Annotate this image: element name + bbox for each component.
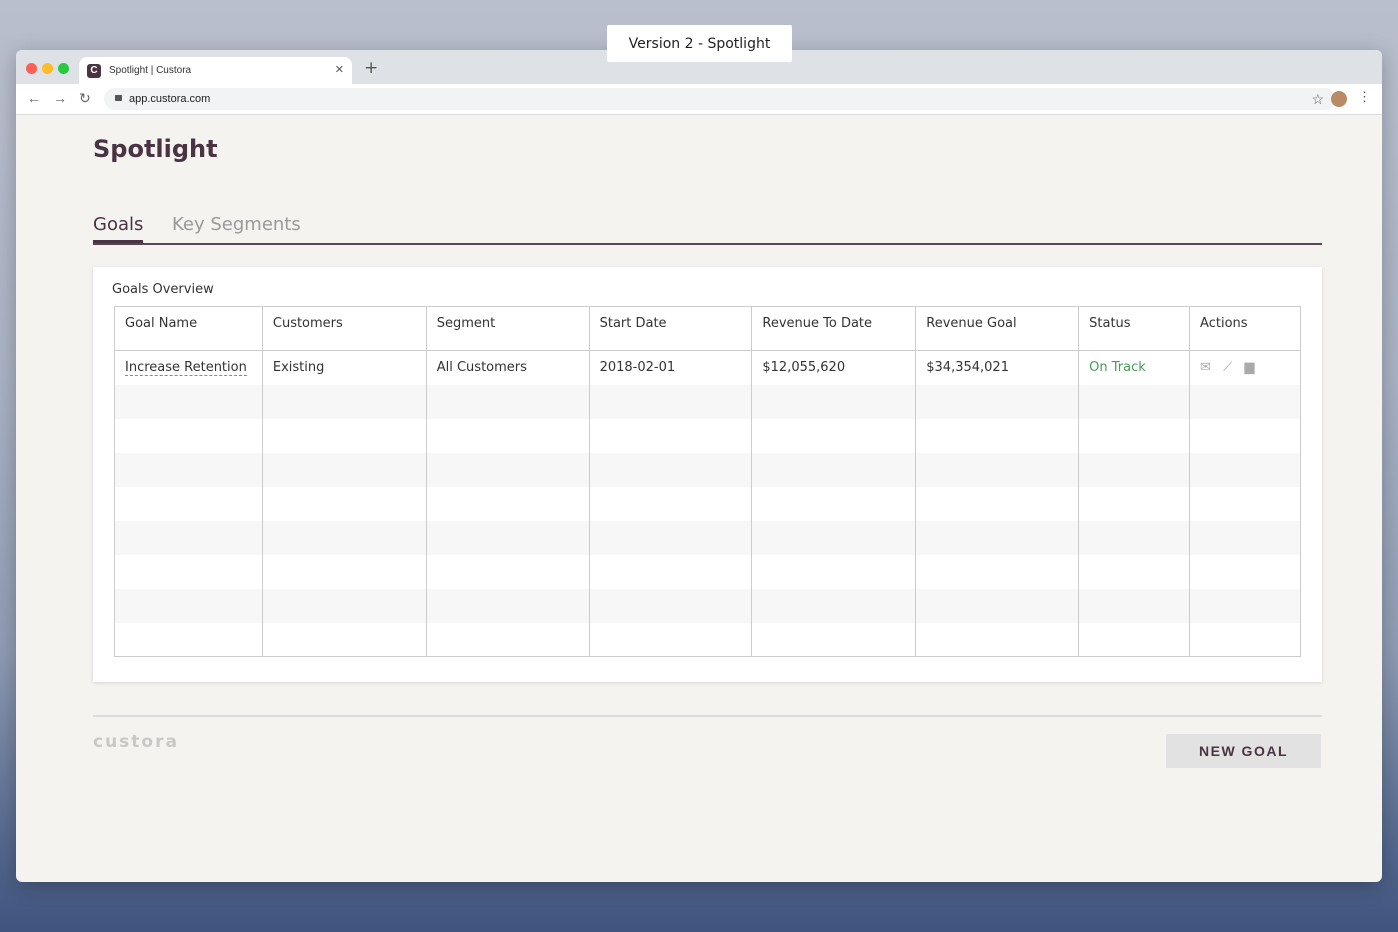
segment-cell: All Customers xyxy=(425,350,590,385)
empty-row xyxy=(114,588,1301,623)
status-badge: On Track xyxy=(1078,350,1191,385)
reload-icon[interactable]: ↻ xyxy=(79,90,91,107)
col-status[interactable]: Status xyxy=(1078,306,1191,351)
empty-row xyxy=(114,554,1301,589)
empty-row xyxy=(114,520,1301,555)
new-tab-icon[interactable]: + xyxy=(364,58,378,78)
profile-avatar[interactable] xyxy=(1331,91,1347,107)
forward-icon[interactable]: → xyxy=(53,90,67,106)
empty-row xyxy=(114,486,1301,521)
col-revenue-to-date[interactable]: Revenue To Date xyxy=(751,306,917,351)
browser-window: C Spotlight | Custora ✕ + ← → ↻ app.cust… xyxy=(16,50,1382,882)
col-actions: Actions xyxy=(1189,306,1301,351)
url-text: app.custora.com xyxy=(129,93,211,105)
custora-favicon-icon: C xyxy=(87,63,101,78)
col-start-date[interactable]: Start Date xyxy=(588,306,753,351)
start-date-cell: 2018-02-01 xyxy=(588,350,753,385)
new-goal-button[interactable]: NEW GOAL xyxy=(1166,734,1321,768)
address-bar: ← → ↻ app.custora.com ☆ ⋮ xyxy=(16,84,1382,115)
minimize-window-button[interactable] xyxy=(42,63,53,74)
browser-menu-icon[interactable]: ⋮ xyxy=(1358,89,1371,105)
card-title: Goals Overview xyxy=(112,282,214,297)
col-customers[interactable]: Customers xyxy=(261,306,427,351)
tab-goals[interactable]: Goals xyxy=(93,214,144,243)
page-tabs: Goals Key Segments xyxy=(93,214,1322,245)
lock-icon xyxy=(115,95,122,101)
chart-icon[interactable]: ⟋ xyxy=(1223,360,1232,375)
goals-table: Goal Name Customers Segment Start Date R… xyxy=(114,306,1301,657)
empty-row xyxy=(114,622,1301,657)
revenue-goal-cell: $34,354,021 xyxy=(915,350,1080,385)
col-revenue-goal[interactable]: Revenue Goal xyxy=(915,306,1080,351)
col-goal-name[interactable]: Goal Name xyxy=(114,306,263,351)
browser-tab[interactable]: C Spotlight | Custora ✕ xyxy=(79,57,352,84)
close-tab-icon[interactable]: ✕ xyxy=(335,63,344,76)
revenue-to-date-cell: $12,055,620 xyxy=(751,350,917,385)
tab-key-segments[interactable]: Key Segments xyxy=(172,214,301,235)
empty-row xyxy=(114,452,1301,487)
page-title: Spotlight xyxy=(93,135,218,163)
table-row: Increase Retention Existing All Customer… xyxy=(114,350,1301,385)
maximize-window-button[interactable] xyxy=(58,63,69,74)
close-window-button[interactable] xyxy=(26,63,37,74)
empty-row xyxy=(114,418,1301,453)
footer-divider xyxy=(93,715,1322,717)
tab-title: Spotlight | Custora xyxy=(109,65,192,76)
custora-logo: custora xyxy=(93,732,179,752)
mail-icon[interactable]: ✉ xyxy=(1200,360,1211,375)
version-label: Version 2 - Spotlight xyxy=(607,25,792,62)
col-segment[interactable]: Segment xyxy=(425,306,590,351)
back-icon[interactable]: ← xyxy=(27,90,41,106)
url-input[interactable]: app.custora.com ☆ xyxy=(104,88,1336,110)
customers-cell: Existing xyxy=(261,350,427,385)
goal-name-link[interactable]: Increase Retention xyxy=(125,360,247,376)
goals-overview-card: Goals Overview Goal Name Customers Segme… xyxy=(93,267,1322,682)
bookmark-star-icon[interactable]: ☆ xyxy=(1311,88,1324,110)
actions-cell: ✉ ⟋ ▆ xyxy=(1189,350,1301,385)
archive-icon[interactable]: ▆ xyxy=(1244,360,1254,375)
table-header-row: Goal Name Customers Segment Start Date R… xyxy=(114,306,1301,351)
empty-row xyxy=(114,384,1301,419)
